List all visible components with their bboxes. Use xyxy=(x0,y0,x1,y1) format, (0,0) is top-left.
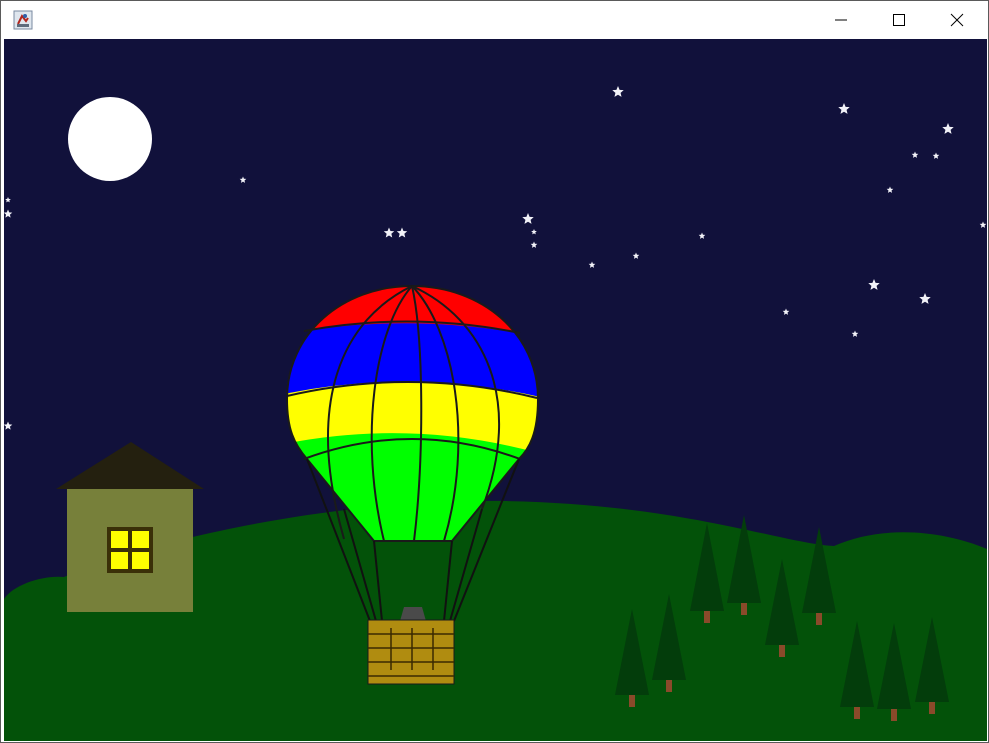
maximize-icon xyxy=(893,14,905,26)
minimize-icon xyxy=(835,19,847,21)
tree-trunk xyxy=(854,705,860,719)
app-window xyxy=(0,0,989,743)
tree-trunk xyxy=(929,700,935,714)
tree-trunk xyxy=(666,678,672,692)
title-bar[interactable] xyxy=(1,1,988,39)
night-scene xyxy=(4,39,987,741)
tree-trunk xyxy=(741,601,747,615)
tree-trunk xyxy=(704,609,710,623)
balloon-basket xyxy=(367,619,455,685)
close-icon xyxy=(950,13,964,27)
drawing-canvas xyxy=(4,39,987,741)
moon xyxy=(68,97,152,181)
close-button[interactable] xyxy=(928,1,986,39)
maximize-button[interactable] xyxy=(870,1,928,39)
minimize-button[interactable] xyxy=(812,1,870,39)
tree-trunk xyxy=(816,611,822,625)
balloon-burner xyxy=(400,607,426,621)
java-app-icon xyxy=(13,10,33,30)
tree-trunk xyxy=(629,693,635,707)
tree-trunk xyxy=(891,707,897,721)
tree-trunk xyxy=(779,643,785,657)
